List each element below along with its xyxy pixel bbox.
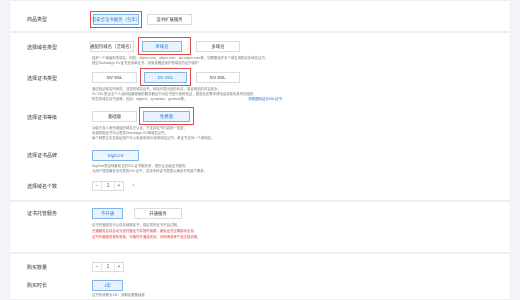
cert-type-desc-2: DV SSL是企业个人及网站最基础的服务器证书对证书进行身份验证，颁发给无需申请… <box>92 92 257 96</box>
product-type-option-extension[interactable]: 证书扩展服务 <box>147 14 192 25</box>
brand-desc-1: DigiCert是全球最知名的SSL证书服务商，提供企业级证书服务。 <box>92 164 189 168</box>
product-type-panel <box>9 0 511 32</box>
domain-type-desc-1: 保护一个单级别的域名，例如：aliyun.com、aliyun.com、api.… <box>92 56 269 60</box>
brand-option-digicert[interactable]: DigiCert <box>92 150 139 161</box>
domain-type-multi[interactable]: 多域名 <box>196 41 240 52</box>
duration-option-1-year[interactable]: 1年 <box>92 280 123 291</box>
quantity-label: 购买数量 <box>27 265 48 271</box>
service-desc-1: 证书托管服务可以自动续期证书，保证您的证书不会过期。 <box>92 223 180 227</box>
cert-type-desc-1: 通过验证域名所有权，当您的域名证书，网站可显示锁形标志，保证网站的内容安全。 <box>92 87 221 91</box>
purchase-page: 商品类型 云安全证书服务（包年） 证书扩展服务 选择域名类型 通配符域名（泛域名… <box>0 0 520 300</box>
help-icon[interactable]: ? <box>132 183 135 189</box>
duration-desc: 证书有效期为1年，到期后需要续费 <box>92 293 145 297</box>
domain-count-stepper: − 1 + <box>92 181 124 191</box>
quantity-stepper: − 1 + <box>92 262 124 272</box>
cert-level-basic[interactable]: 基础版 <box>92 111 137 122</box>
brand-desc-2: 为用户提供最安全可靠的SSL证书，支持多种证书类型以满足不同用户需求。 <box>92 169 207 173</box>
domain-type-desc-2: 超过Globalsign DV证书支持单证书，将免费赠送保护根域名的证书保护 <box>92 61 199 65</box>
domain-type-label: 选择域名类型 <box>27 45 58 51</box>
service-panel <box>9 201 511 253</box>
quantity-decrement[interactable]: − <box>93 263 102 271</box>
domain-type-highlight <box>138 37 191 55</box>
cert-type-ov[interactable]: OV SSL <box>92 72 137 83</box>
product-type-highlight <box>90 11 142 28</box>
product-type-label: 商品类型 <box>27 17 48 23</box>
cert-level-desc-2: 免费获取证书可以签发Globalsign DV单域名证书。 <box>92 131 168 135</box>
cert-type-ev[interactable]: EV SSL <box>196 72 240 83</box>
cert-level-highlight <box>139 107 194 125</box>
cert-type-highlight <box>140 68 191 86</box>
cert-type-desc-3-text: 知名的域名证书品牌，包括：digicert、symantec、geotrust等… <box>92 97 188 101</box>
service-desc-1-text: 证书托管服务可以自动续期证书，保证您的证书不会过期。 <box>92 223 181 227</box>
domain-count-increment[interactable]: + <box>114 182 123 190</box>
cert-level-desc-3: 每个阿里云实名验证用户可以免费申请20张单域名证书，单证书支持一个单域名。 <box>92 136 215 140</box>
service-desc-3: 证书托管服务按年收费，可随时开通或关闭，详情请参考产品文档说明。 <box>92 235 201 239</box>
brand-label: 选择证书品牌 <box>27 153 58 159</box>
cert-type-label: 选择证书类型 <box>27 76 58 82</box>
quantity-increment[interactable]: + <box>114 263 123 271</box>
cert-type-desc-link[interactable]: 请根据网站对SSL证书 <box>248 97 282 101</box>
domain-count-value[interactable]: 1 <box>102 182 114 190</box>
domain-count-decrement[interactable]: − <box>93 182 102 190</box>
domain-type-wildcard[interactable]: 通配符域名（泛域名） <box>90 41 134 52</box>
cert-type-desc-3: 知名的域名证书品牌，包括：digicert、symantec、geotrust等… <box>92 97 282 101</box>
service-desc-2: 开通服务后将自动为您托管证书并按时续期，避免证书过期影响业务。 <box>92 229 198 233</box>
service-option-off[interactable]: 不开通 <box>92 208 123 219</box>
cert-level-label: 选择证书等级 <box>27 115 58 121</box>
domain-count-label: 选择域名个数 <box>27 184 58 190</box>
cert-level-desc-1: 功能不含人身份被接的域名已认证，不支持证书内容统一加密。 <box>92 126 187 130</box>
purchase-panel <box>9 253 511 300</box>
duration-label: 购买时长 <box>27 283 48 289</box>
service-option-on[interactable]: 开通服务 <box>134 208 182 219</box>
service-label: 证书托管服务 <box>27 211 58 217</box>
quantity-value[interactable]: 1 <box>102 263 114 271</box>
